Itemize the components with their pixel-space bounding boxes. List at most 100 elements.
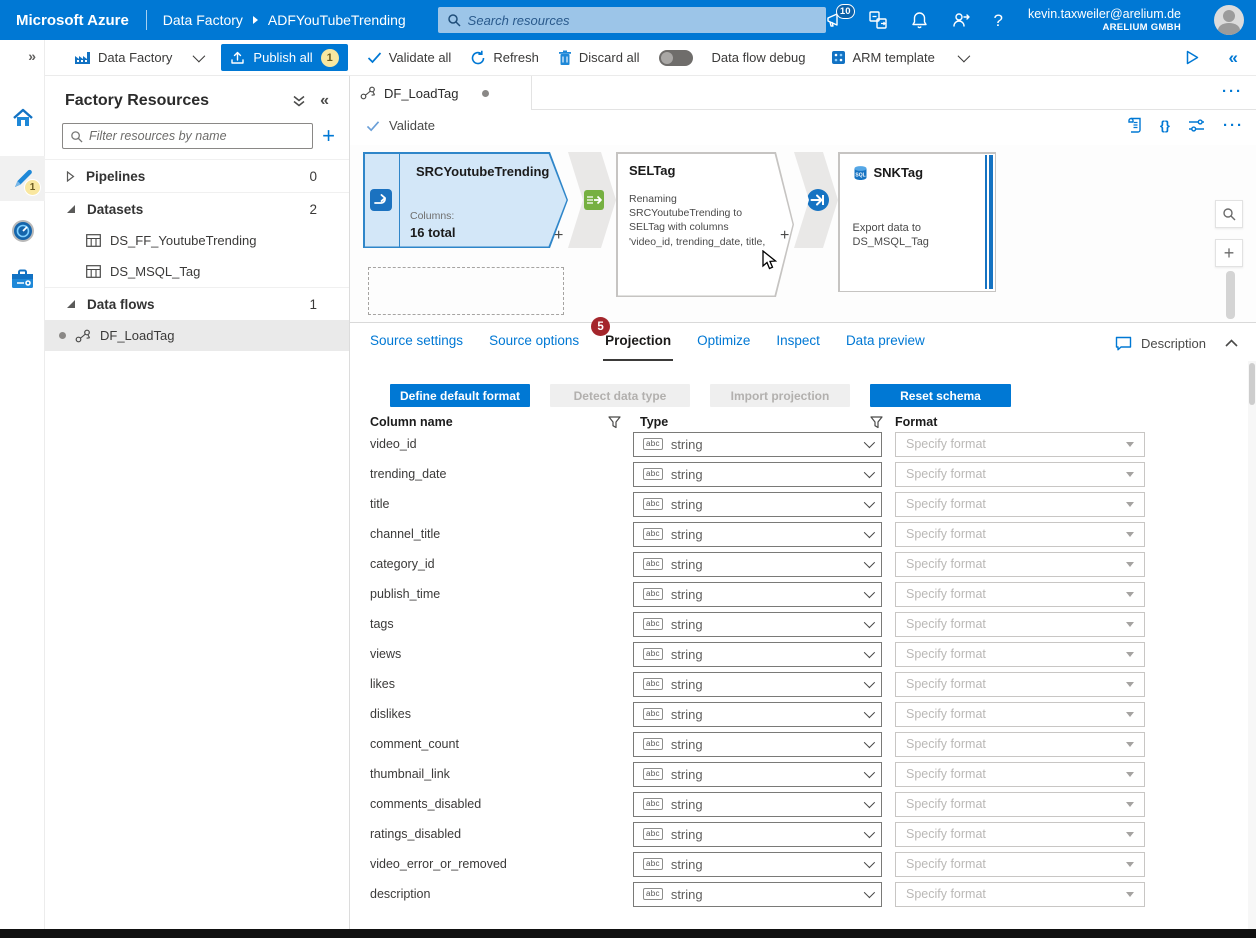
collapse-resources-icon[interactable]: « [320, 92, 329, 110]
script-icon[interactable] [1127, 117, 1142, 134]
canvas-scrollbar-thumb[interactable] [1226, 271, 1235, 319]
filter-funnel-icon[interactable] [608, 416, 621, 429]
expand-nav-icon[interactable]: » [28, 48, 36, 64]
format-dropdown[interactable]: Specify format [895, 702, 1145, 727]
data-flow-debug-toggle[interactable] [659, 50, 693, 66]
play-icon[interactable] [1186, 50, 1199, 65]
projection-action-button[interactable]: Define default format [390, 384, 530, 407]
format-dropdown[interactable]: Specify format [895, 672, 1145, 697]
type-dropdown[interactable]: abc string [633, 732, 882, 757]
publish-all-button[interactable]: Publish all 1 [221, 44, 347, 71]
search-input[interactable] [468, 13, 817, 28]
dataflow-canvas[interactable]: SRCYoutubeTrending Columns: 16 total SEL… [350, 145, 1256, 322]
format-dropdown[interactable]: Specify format [895, 642, 1145, 667]
add-transform-button[interactable]: + [780, 227, 789, 245]
format-dropdown[interactable]: Specify format [895, 522, 1145, 547]
type-dropdown[interactable]: abc string [633, 852, 882, 877]
type-dropdown[interactable]: abc string [633, 702, 882, 727]
format-dropdown[interactable]: Specify format [895, 492, 1145, 517]
account-info[interactable]: kevin.taxweiler@arelium.de ARELIUM GMBH [1028, 7, 1181, 33]
type-dropdown[interactable]: abc string [633, 672, 882, 697]
nav-author-button[interactable]: 1 [0, 156, 45, 201]
nav-manage-button[interactable] [0, 256, 45, 301]
dataset-item[interactable]: DS_FF_YoutubeTrending [45, 225, 349, 256]
add-resource-button[interactable]: + [322, 125, 335, 147]
format-dropdown[interactable]: Specify format [895, 552, 1145, 577]
type-dropdown[interactable]: abc string [633, 762, 882, 787]
panel-tab[interactable]: Source settings [370, 333, 463, 354]
format-dropdown[interactable]: Specify format [895, 732, 1145, 757]
nav-home-button[interactable] [0, 95, 45, 140]
type-dropdown[interactable]: abc string [633, 432, 882, 457]
projection-action-button[interactable]: Detect data type [550, 384, 690, 407]
select-node[interactable]: SELTag Renaming SRCYoutubeTrending to SE… [616, 152, 794, 297]
nav-monitor-button[interactable] [0, 208, 45, 253]
more-actions-menu[interactable]: ··· [1223, 117, 1244, 134]
format-dropdown[interactable]: Specify format [895, 612, 1145, 637]
breadcrumb-section[interactable]: Data Factory [163, 12, 243, 28]
type-dropdown[interactable]: abc string [633, 642, 882, 667]
resource-filter-input[interactable] [89, 129, 305, 143]
feedback-icon[interactable] [951, 11, 971, 29]
whats-new-icon[interactable]: 10 [826, 11, 846, 29]
collapse-all-icon[interactable] [292, 94, 306, 108]
resource-filter-box[interactable] [62, 123, 313, 149]
tree-group-pipelines[interactable]: Pipelines 0 [45, 159, 349, 192]
type-dropdown[interactable]: abc string [633, 792, 882, 817]
tree-group-dataflows[interactable]: Data flows 1 [45, 287, 349, 320]
panel-tab[interactable]: Source options [489, 333, 579, 354]
dataflow-item-selected[interactable]: DF_LoadTag [45, 320, 349, 351]
discard-all-button[interactable]: Discard all [558, 50, 640, 66]
type-dropdown[interactable]: abc string [633, 462, 882, 487]
validate-button[interactable]: Validate [366, 118, 435, 133]
breadcrumb-item[interactable]: ADFYouTubeTrending [268, 12, 406, 28]
tab-overflow-menu[interactable]: ··· [1222, 83, 1243, 100]
global-search-box[interactable] [438, 7, 826, 33]
panel-tab[interactable]: Data preview [846, 333, 925, 354]
filter-funnel-icon[interactable] [870, 416, 883, 429]
description-toggle[interactable]: Description [1115, 336, 1206, 351]
notifications-bell-icon[interactable] [911, 11, 928, 29]
dataset-item[interactable]: DS_MSQL_Tag [45, 256, 349, 287]
format-dropdown[interactable]: Specify format [895, 852, 1145, 877]
help-icon[interactable]: ? [994, 12, 1003, 29]
panel-scrollbar-thumb[interactable] [1249, 363, 1255, 405]
arm-template-menu[interactable]: ARM template [831, 50, 967, 65]
type-dropdown[interactable]: abc string [633, 612, 882, 637]
panel-tab[interactable]: Inspect [776, 333, 820, 354]
refresh-button[interactable]: Refresh [470, 50, 539, 66]
format-dropdown[interactable]: Specify format [895, 822, 1145, 847]
format-dropdown[interactable]: Specify format [895, 462, 1145, 487]
type-dropdown[interactable]: abc string [633, 582, 882, 607]
settings-sliders-icon[interactable] [1188, 118, 1205, 133]
panel-tab[interactable]: Optimize [697, 333, 750, 354]
format-dropdown[interactable]: Specify format [895, 432, 1145, 457]
projection-action-button[interactable]: Reset schema [870, 384, 1011, 407]
format-dropdown[interactable]: Specify format [895, 762, 1145, 787]
switch-directory-icon[interactable] [869, 11, 888, 29]
type-dropdown[interactable]: abc string [633, 492, 882, 517]
canvas-zoom-in-button[interactable]: + [1215, 239, 1243, 267]
canvas-search-button[interactable] [1215, 200, 1243, 228]
dataflow-doc-tab[interactable]: DF_LoadTag [350, 76, 532, 110]
panel-scrollbar[interactable] [1248, 361, 1256, 929]
collapse-panel-chevron-icon[interactable] [1225, 339, 1238, 347]
panel-tab[interactable]: 5 Projection [605, 333, 671, 354]
format-dropdown[interactable]: Specify format [895, 882, 1145, 907]
type-dropdown[interactable]: abc string [633, 522, 882, 547]
format-dropdown[interactable]: Specify format [895, 792, 1145, 817]
user-avatar[interactable] [1214, 5, 1244, 35]
collapse-panel-icon[interactable]: « [1229, 48, 1238, 68]
type-dropdown[interactable]: abc string [633, 822, 882, 847]
scope-selector[interactable]: Data Factory [73, 50, 202, 66]
projection-action-button[interactable]: Import projection [710, 384, 850, 407]
format-dropdown[interactable]: Specify format [895, 582, 1145, 607]
tree-group-datasets[interactable]: Datasets 2 [45, 192, 349, 225]
validate-all-button[interactable]: Validate all [367, 50, 452, 65]
sink-node[interactable]: SQL SNKTag Export data to DS_MSQL_Tag [838, 152, 996, 292]
azure-logo[interactable]: Microsoft Azure [0, 12, 146, 29]
source-node[interactable]: SRCYoutubeTrending Columns: 16 total [363, 152, 568, 248]
type-dropdown[interactable]: abc string [633, 552, 882, 577]
type-dropdown[interactable]: abc string [633, 882, 882, 907]
add-transform-button[interactable]: + [554, 227, 563, 245]
